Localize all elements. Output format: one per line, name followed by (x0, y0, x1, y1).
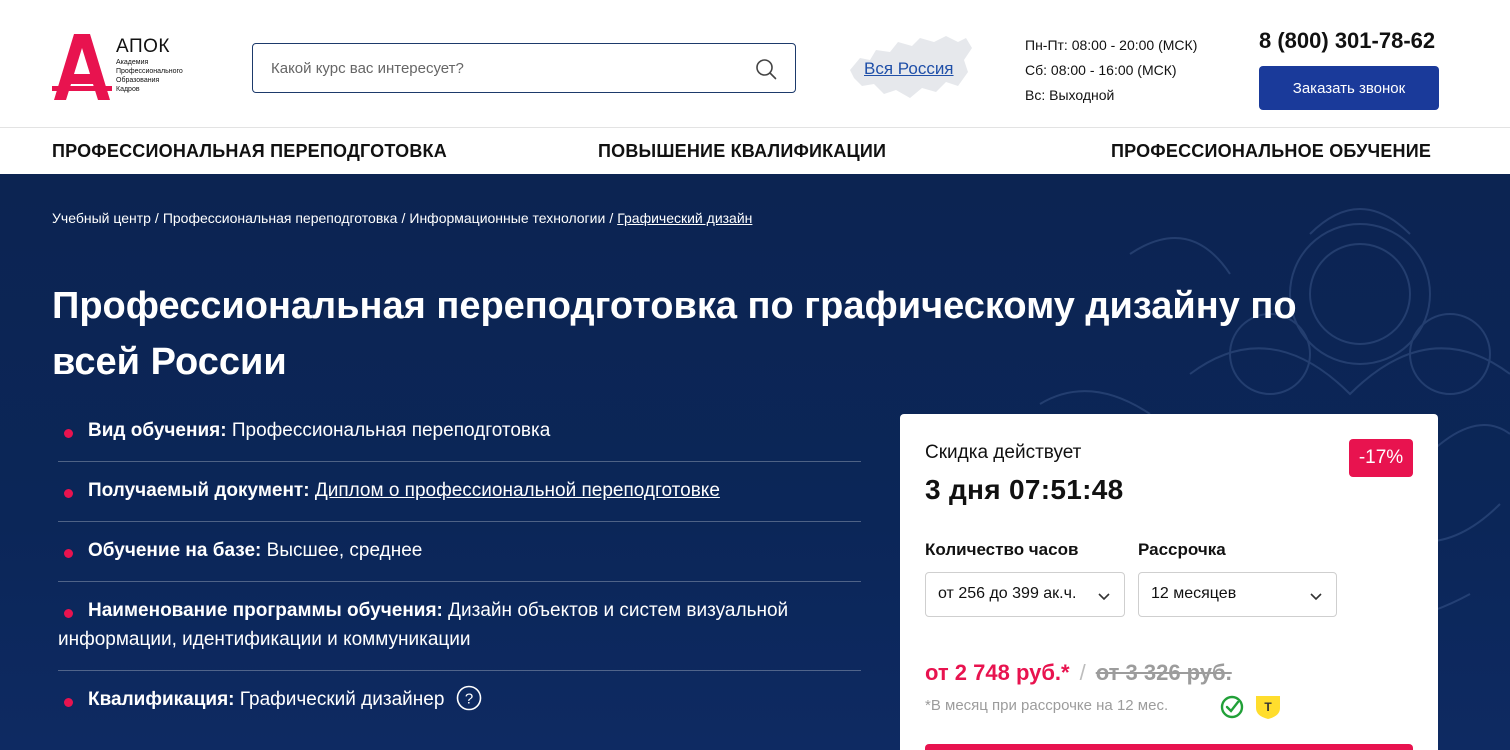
fact-key: Получаемый документ: (88, 480, 310, 501)
logo-title: АПОК (116, 36, 170, 57)
fact-value: Графический дизайнер (239, 689, 445, 710)
installment-select-value: 12 месяцев (1151, 585, 1237, 602)
logo[interactable]: АПОК Академия Профессионального Образова… (52, 34, 212, 102)
enroll-button[interactable] (925, 744, 1413, 750)
fact-key: Вид обучения: (88, 420, 227, 441)
fact-item: Обучение на базе: Высшее, среднее (58, 522, 861, 582)
region-link[interactable]: Вся Россия (864, 59, 954, 79)
chevron-down-icon (1098, 593, 1110, 601)
discount-badge: -17% (1349, 439, 1413, 477)
nav-item-retraining[interactable]: ПРОФЕССИОНАЛЬНАЯ ПЕРЕПОДГОТОВКА (52, 141, 447, 162)
fact-value: Высшее, среднее (266, 540, 423, 561)
working-hours: Пн-Пт: 08:00 - 20:00 (МСК) Сб: 08:00 - 1… (1025, 33, 1197, 108)
main-nav: ПРОФЕССИОНАЛЬНАЯ ПЕРЕПОДГОТОВКА ПОВЫШЕНИ… (0, 127, 1510, 174)
bullet-icon (64, 698, 73, 707)
logo-subtitle: Академия Профессионального Образования К… (116, 58, 216, 94)
payment-icons: T (1220, 695, 1280, 719)
bullet-icon (64, 609, 73, 618)
fact-key: Квалификация: (88, 689, 235, 710)
price-separator: / (1079, 660, 1086, 685)
bullet-icon (64, 549, 73, 558)
page-title: Профессиональная переподготовка по графи… (52, 285, 1297, 383)
nav-item-vocational[interactable]: ПРОФЕССИОНАЛЬНОЕ ОБУЧЕНИЕ (1111, 141, 1431, 162)
fact-item: Вид обучения: Профессиональная переподго… (58, 402, 861, 462)
hours-select[interactable]: от 256 до 399 ак.ч. (925, 572, 1125, 617)
old-price: от 3 326 руб. (1095, 660, 1232, 685)
search-box (252, 43, 796, 93)
help-question-icon[interactable]: ? (456, 685, 482, 711)
search-input[interactable] (271, 56, 741, 80)
price-note: *В месяц при рассрочке на 12 мес. (925, 697, 1169, 714)
search-icon[interactable] (755, 58, 777, 80)
logo-subtitle-line: Образования (116, 77, 160, 84)
breadcrumb-separator: / (609, 210, 614, 226)
nav-item-qualification[interactable]: ПОВЫШЕНИЕ КВАЛИФИКАЦИИ (598, 141, 886, 162)
breadcrumb: Учебный центр / Профессиональная переподго… (52, 210, 752, 226)
hours-weekdays: Пн-Пт: 08:00 - 20:00 (МСК) (1025, 37, 1198, 53)
breadcrumb-item[interactable]: Учебный центр (52, 210, 151, 226)
callback-button[interactable]: Заказать звонок (1259, 66, 1439, 110)
chevron-down-icon (1310, 593, 1322, 601)
sber-icon (1220, 695, 1244, 719)
hours-select-value: от 256 до 399 ак.ч. (938, 585, 1077, 602)
breadcrumb-item[interactable]: Информационные технологии (409, 210, 605, 226)
region-selector: Вся Россия (846, 30, 976, 104)
fact-item: Квалификация: Графический дизайнер ? (58, 671, 861, 730)
breadcrumb-item[interactable]: Профессиональная переподготовка (163, 210, 398, 226)
svg-text:T: T (1264, 700, 1272, 714)
breadcrumb-separator: / (154, 210, 159, 226)
logo-mark-icon (52, 34, 112, 100)
current-price: от 2 748 руб.* (925, 660, 1070, 685)
price-card: Скидка действует 3 дня 07:51:48 -17% Кол… (900, 414, 1438, 750)
course-facts: Вид обучения: Профессиональная переподго… (58, 402, 861, 730)
discount-timer: 3 дня 07:51:48 (925, 474, 1124, 505)
tinkoff-icon: T (1256, 696, 1280, 719)
hero-section: Учебный центр / Профессиональная переподго… (0, 174, 1510, 750)
diploma-link[interactable]: Диплом о профессиональной переподготовке (315, 480, 720, 501)
logo-subtitle-line: Кадров (116, 86, 140, 93)
bullet-icon (64, 489, 73, 498)
installment-select[interactable]: 12 месяцев (1138, 572, 1337, 617)
fact-key: Обучение на базе: (88, 540, 262, 561)
logo-subtitle-line: Профессионального (116, 68, 183, 75)
site-header: АПОК Академия Профессионального Образова… (0, 0, 1510, 128)
hours-label: Количество часов (925, 540, 1079, 559)
hours-saturday: Сб: 08:00 - 16:00 (МСК) (1025, 62, 1177, 78)
phone-number[interactable]: 8 (800) 301-78-62 (1259, 28, 1435, 54)
hours-sunday: Вс: Выходной (1025, 87, 1115, 103)
logo-subtitle-line: Академия (116, 59, 149, 66)
price-row: от 2 748 руб.* / от 3 326 руб. (925, 660, 1232, 686)
discount-label: Скидка действует (925, 442, 1082, 463)
svg-text:?: ? (465, 690, 473, 707)
fact-value: Профессиональная переподготовка (231, 420, 551, 441)
fact-item: Наименование программы обучения: Дизайн … (58, 582, 861, 671)
fact-item: Получаемый документ: Диплом о профессион… (58, 462, 861, 522)
bullet-icon (64, 429, 73, 438)
installment-label: Рассрочка (1138, 540, 1226, 559)
breadcrumb-separator: / (401, 210, 406, 226)
fact-key: Наименование программы обучения: (88, 600, 443, 621)
breadcrumb-current[interactable]: Графический дизайн (617, 210, 752, 226)
